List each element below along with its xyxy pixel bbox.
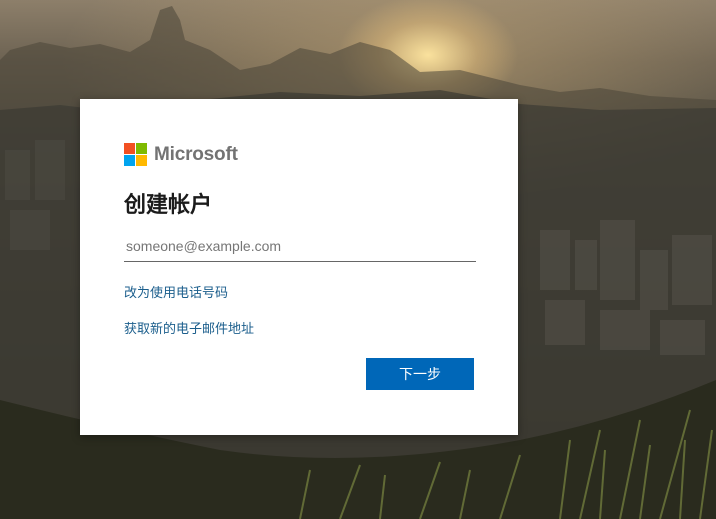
logo-square-yellow [136, 155, 147, 166]
logo-square-green [136, 143, 147, 154]
get-new-email-link[interactable]: 获取新的电子邮件地址 [124, 318, 254, 337]
next-button[interactable]: 下一步 [366, 358, 474, 390]
logo-wordmark: Microsoft [154, 143, 238, 165]
microsoft-logo: Microsoft [124, 143, 238, 166]
create-account-dialog: Microsoft 创建帐户 改为使用电话号码 获取新的电子邮件地址 下一步 [80, 99, 518, 435]
logo-square-red [124, 143, 135, 154]
use-phone-number-link[interactable]: 改为使用电话号码 [124, 282, 228, 301]
email-input[interactable] [124, 231, 476, 262]
microsoft-logo-icon [124, 143, 147, 166]
logo-square-blue [124, 155, 135, 166]
page-title: 创建帐户 [124, 192, 213, 217]
